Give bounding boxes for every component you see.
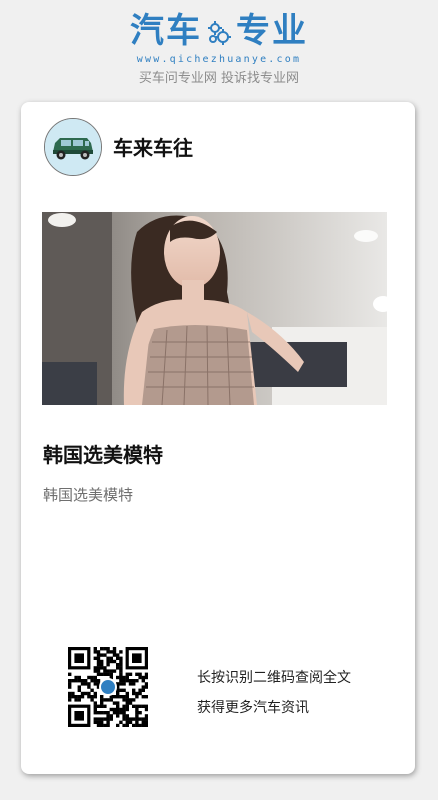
- brand-name-part2: 专业: [236, 11, 308, 51]
- qr-hint-line2: 获得更多汽车资讯: [197, 700, 309, 716]
- gear-icon: [206, 18, 232, 45]
- qr-hint: 长按识别二维码查阅全文 获得更多汽车资讯: [197, 663, 351, 723]
- article-description: 韩国选美模特: [43, 486, 134, 504]
- brand-slogan: 买车问专业网 投诉找专业网: [138, 71, 300, 86]
- qr-code-icon: [68, 647, 149, 728]
- author-name[interactable]: 车来车往: [113, 132, 193, 161]
- brand-logo: 汽车 专业: [130, 14, 308, 48]
- article-title[interactable]: 韩国选美模特: [43, 439, 163, 468]
- brand-header: 汽车 专业 www.qichezhuanye.com 买车问专业网 投诉找专业网: [0, 14, 438, 86]
- car-avatar-icon[interactable]: [44, 118, 102, 176]
- article-card[interactable]: 车来车往 韩国选美模特 韩国选美模特 长按识别二维码查阅全文 获得更多汽车资讯: [21, 102, 415, 774]
- qr-hint-line1: 长按识别二维码查阅全文: [197, 670, 351, 686]
- brand-url: www.qichezhuanye.com: [136, 54, 302, 65]
- cover-image[interactable]: [42, 212, 387, 405]
- brand-name-part1: 汽车: [130, 11, 202, 51]
